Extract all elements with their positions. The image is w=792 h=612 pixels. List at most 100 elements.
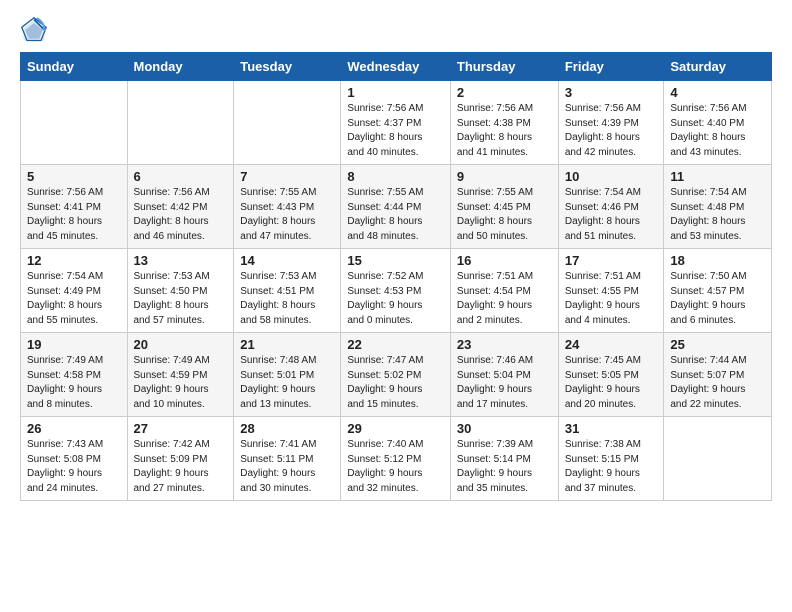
day-info-text: Sunrise: 7:52 AM Sunset: 4:53 PM Dayligh…	[347, 270, 444, 328]
day-info-text: Sunrise: 7:56 AM Sunset: 4:39 PM Dayligh…	[565, 102, 658, 160]
page-header	[20, 16, 772, 44]
calendar-day-cell: 15 Sunrise: 7:52 AM Sunset: 4:53 PM Dayli…	[341, 249, 451, 333]
day-number: 22	[347, 337, 444, 352]
day-number: 17	[565, 253, 658, 268]
day-info-text: Sunrise: 7:39 AM Sunset: 5:14 PM Dayligh…	[457, 438, 552, 496]
day-info-text: Sunrise: 7:46 AM Sunset: 5:04 PM Dayligh…	[457, 354, 552, 412]
weekday-header-saturday: Saturday	[664, 53, 772, 81]
day-info-text: Sunrise: 7:56 AM Sunset: 4:40 PM Dayligh…	[670, 102, 765, 160]
calendar-day-cell: 17 Sunrise: 7:51 AM Sunset: 4:55 PM Dayli…	[558, 249, 664, 333]
calendar-day-cell: 14Sunrise: 7:53 AM Sunset: 4:51 PM Dayli…	[234, 249, 341, 333]
empty-day-cell	[234, 81, 341, 165]
day-info-text: Sunrise: 7:49 AM Sunset: 4:58 PM Dayligh…	[27, 354, 121, 412]
logo-icon	[20, 16, 48, 44]
day-number: 16	[457, 253, 552, 268]
weekday-header-thursday: Thursday	[450, 53, 558, 81]
calendar-day-cell: 16 Sunrise: 7:51 AM Sunset: 4:54 PM Dayli…	[450, 249, 558, 333]
day-number: 31	[565, 421, 658, 436]
day-info-text: Sunrise: 7:56 AM Sunset: 4:41 PM Dayligh…	[27, 186, 121, 244]
day-number: 23	[457, 337, 552, 352]
day-number: 6	[134, 169, 228, 184]
day-info-text: Sunrise: 7:44 AM Sunset: 5:07 PM Dayligh…	[670, 354, 765, 412]
day-info-text: Sunrise: 7:42 AM Sunset: 5:09 PM Dayligh…	[134, 438, 228, 496]
day-info-text: Sunrise: 7:55 AM Sunset: 4:45 PM Dayligh…	[457, 186, 552, 244]
calendar-day-cell: 11 Sunrise: 7:54 AM Sunset: 4:48 PM Dayli…	[664, 165, 772, 249]
day-number: 2	[457, 85, 552, 100]
calendar-day-cell: 23 Sunrise: 7:46 AM Sunset: 5:04 PM Dayli…	[450, 333, 558, 417]
day-info-text: Sunrise: 7:55 AM Sunset: 4:44 PM Dayligh…	[347, 186, 444, 244]
day-info-text: Sunrise: 7:49 AM Sunset: 4:59 PM Dayligh…	[134, 354, 228, 412]
day-info-text: Sunrise: 7:38 AM Sunset: 5:15 PM Dayligh…	[565, 438, 658, 496]
day-info-text: Sunrise: 7:47 AM Sunset: 5:02 PM Dayligh…	[347, 354, 444, 412]
day-number: 12	[27, 253, 121, 268]
calendar-day-cell: 22 Sunrise: 7:47 AM Sunset: 5:02 PM Dayli…	[341, 333, 451, 417]
calendar-day-cell: 28Sunrise: 7:41 AM Sunset: 5:11 PM Dayli…	[234, 417, 341, 501]
calendar-day-cell: 10 Sunrise: 7:54 AM Sunset: 4:46 PM Dayli…	[558, 165, 664, 249]
calendar-day-cell: 27Sunrise: 7:42 AM Sunset: 5:09 PM Dayli…	[127, 417, 234, 501]
calendar-day-cell: 19 Sunrise: 7:49 AM Sunset: 4:58 PM Dayli…	[21, 333, 128, 417]
day-info-text: Sunrise: 7:51 AM Sunset: 4:54 PM Dayligh…	[457, 270, 552, 328]
day-number: 7	[240, 169, 334, 184]
weekday-header-wednesday: Wednesday	[341, 53, 451, 81]
calendar-day-cell: 9 Sunrise: 7:55 AM Sunset: 4:45 PM Daylig…	[450, 165, 558, 249]
calendar-day-cell: 18 Sunrise: 7:50 AM Sunset: 4:57 PM Dayli…	[664, 249, 772, 333]
day-info-text: Sunrise: 7:48 AM Sunset: 5:01 PM Dayligh…	[240, 354, 334, 412]
empty-day-cell	[664, 417, 772, 501]
day-number: 21	[240, 337, 334, 352]
calendar-day-cell: 25 Sunrise: 7:44 AM Sunset: 5:07 PM Dayli…	[664, 333, 772, 417]
day-info-text: Sunrise: 7:43 AM Sunset: 5:08 PM Dayligh…	[27, 438, 121, 496]
day-number: 20	[134, 337, 228, 352]
day-number: 13	[134, 253, 228, 268]
day-number: 8	[347, 169, 444, 184]
day-number: 26	[27, 421, 121, 436]
day-info-text: Sunrise: 7:50 AM Sunset: 4:57 PM Dayligh…	[670, 270, 765, 328]
day-number: 1	[347, 85, 444, 100]
calendar-day-cell: 2 Sunrise: 7:56 AM Sunset: 4:38 PM Daylig…	[450, 81, 558, 165]
calendar-week-row: 5 Sunrise: 7:56 AM Sunset: 4:41 PM Daylig…	[21, 165, 772, 249]
day-info-text: Sunrise: 7:40 AM Sunset: 5:12 PM Dayligh…	[347, 438, 444, 496]
day-info-text: Sunrise: 7:56 AM Sunset: 4:42 PM Dayligh…	[134, 186, 228, 244]
calendar-table: SundayMondayTuesdayWednesdayThursdayFrid…	[20, 52, 772, 501]
calendar-day-cell: 7 Sunrise: 7:55 AM Sunset: 4:43 PM Daylig…	[234, 165, 341, 249]
day-number: 30	[457, 421, 552, 436]
day-number: 4	[670, 85, 765, 100]
day-number: 18	[670, 253, 765, 268]
calendar-day-cell: 31 Sunrise: 7:38 AM Sunset: 5:15 PM Dayli…	[558, 417, 664, 501]
day-info-text: Sunrise: 7:54 AM Sunset: 4:48 PM Dayligh…	[670, 186, 765, 244]
calendar-day-cell: 13Sunrise: 7:53 AM Sunset: 4:50 PM Dayli…	[127, 249, 234, 333]
day-info-text: Sunrise: 7:45 AM Sunset: 5:05 PM Dayligh…	[565, 354, 658, 412]
day-number: 3	[565, 85, 658, 100]
calendar-week-row: 1Sunrise: 7:56 AM Sunset: 4:37 PM Daylig…	[21, 81, 772, 165]
day-info-text: Sunrise: 7:55 AM Sunset: 4:43 PM Dayligh…	[240, 186, 334, 244]
calendar-day-cell: 4 Sunrise: 7:56 AM Sunset: 4:40 PM Daylig…	[664, 81, 772, 165]
day-number: 15	[347, 253, 444, 268]
day-info-text: Sunrise: 7:54 AM Sunset: 4:46 PM Dayligh…	[565, 186, 658, 244]
calendar-day-cell: 24 Sunrise: 7:45 AM Sunset: 5:05 PM Dayli…	[558, 333, 664, 417]
day-number: 19	[27, 337, 121, 352]
day-info-text: Sunrise: 7:51 AM Sunset: 4:55 PM Dayligh…	[565, 270, 658, 328]
calendar-day-cell: 26 Sunrise: 7:43 AM Sunset: 5:08 PM Dayli…	[21, 417, 128, 501]
day-number: 5	[27, 169, 121, 184]
calendar-week-row: 26 Sunrise: 7:43 AM Sunset: 5:08 PM Dayli…	[21, 417, 772, 501]
day-number: 25	[670, 337, 765, 352]
calendar-day-cell: 1Sunrise: 7:56 AM Sunset: 4:37 PM Daylig…	[341, 81, 451, 165]
calendar-day-cell: 29Sunrise: 7:40 AM Sunset: 5:12 PM Dayli…	[341, 417, 451, 501]
calendar-week-row: 12 Sunrise: 7:54 AM Sunset: 4:49 PM Dayli…	[21, 249, 772, 333]
calendar-day-cell: 20 Sunrise: 7:49 AM Sunset: 4:59 PM Dayli…	[127, 333, 234, 417]
calendar-page: SundayMondayTuesdayWednesdayThursdayFrid…	[0, 0, 792, 521]
weekday-header-row: SundayMondayTuesdayWednesdayThursdayFrid…	[21, 53, 772, 81]
day-number: 14	[240, 253, 334, 268]
calendar-day-cell: 30 Sunrise: 7:39 AM Sunset: 5:14 PM Dayli…	[450, 417, 558, 501]
empty-day-cell	[21, 81, 128, 165]
day-number: 11	[670, 169, 765, 184]
day-number: 9	[457, 169, 552, 184]
day-info-text: Sunrise: 7:56 AM Sunset: 4:38 PM Dayligh…	[457, 102, 552, 160]
day-number: 10	[565, 169, 658, 184]
day-number: 24	[565, 337, 658, 352]
calendar-day-cell: 5 Sunrise: 7:56 AM Sunset: 4:41 PM Daylig…	[21, 165, 128, 249]
day-info-text: Sunrise: 7:54 AM Sunset: 4:49 PM Dayligh…	[27, 270, 121, 328]
calendar-day-cell: 12 Sunrise: 7:54 AM Sunset: 4:49 PM Dayli…	[21, 249, 128, 333]
calendar-day-cell: 6 Sunrise: 7:56 AM Sunset: 4:42 PM Daylig…	[127, 165, 234, 249]
day-number: 28	[240, 421, 334, 436]
logo	[20, 16, 52, 44]
